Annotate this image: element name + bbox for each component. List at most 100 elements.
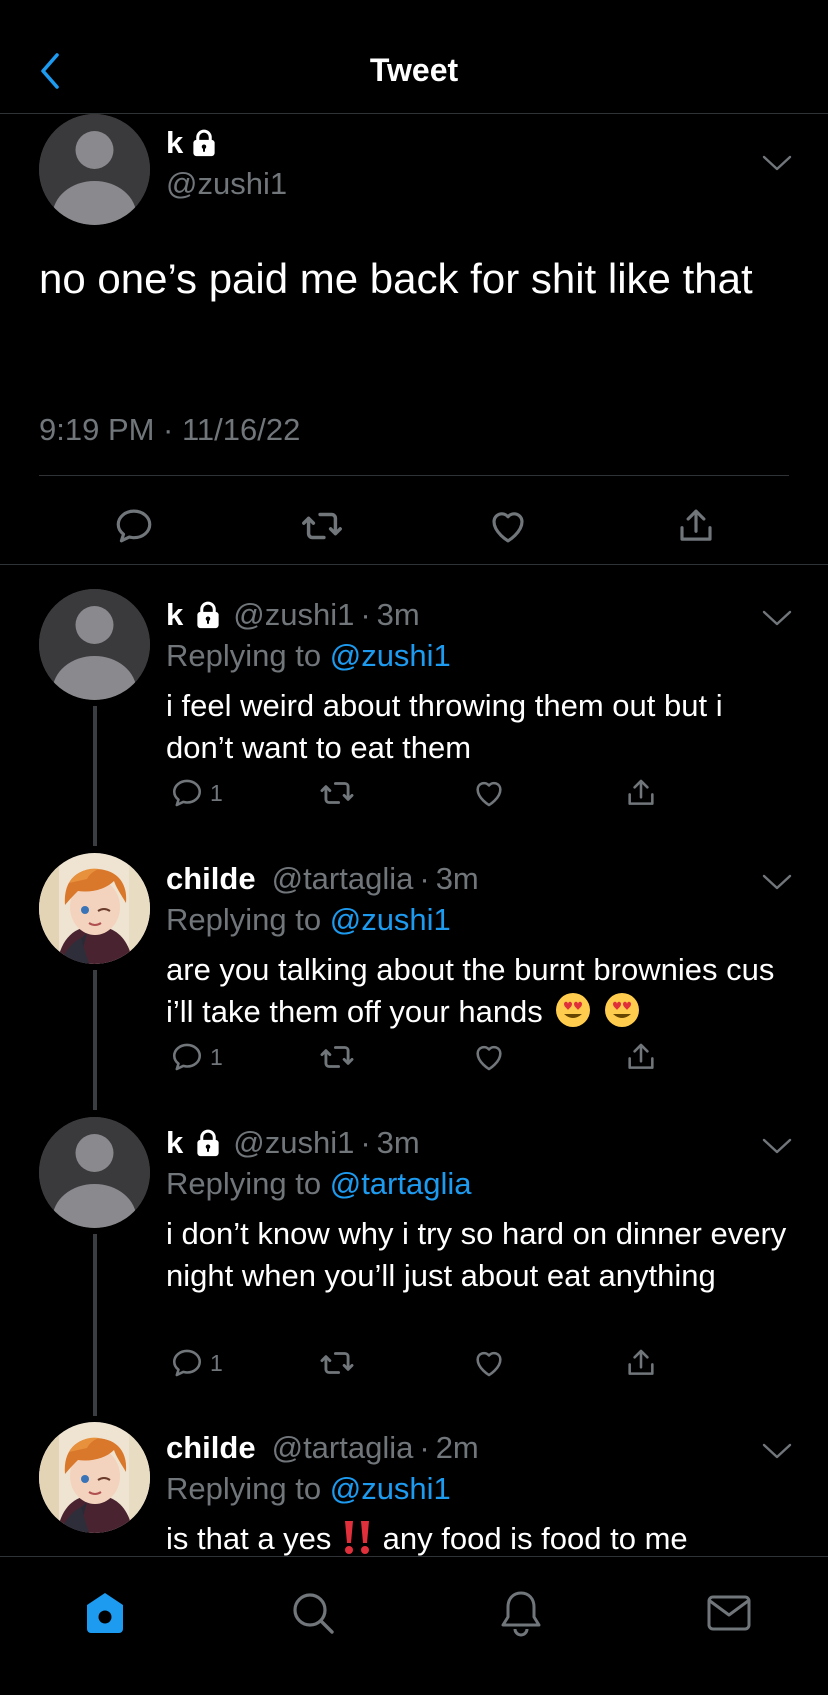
retweet-icon [299, 503, 345, 549]
avatar[interactable] [39, 853, 150, 964]
replying-to: Replying to @zushi1 [166, 638, 451, 674]
author-handle[interactable]: @zushi1 [233, 1125, 354, 1161]
heart-eyes-emoji-icon [605, 993, 640, 1027]
reply-header: childe @tartaglia · 3m [166, 861, 479, 897]
author-handle[interactable]: @tartaglia [272, 861, 414, 897]
author-handle[interactable]: @zushi1 [166, 166, 287, 202]
tweet-timestamp: 9:19 PM · 11/16/22 [39, 412, 301, 447]
share-button[interactable] [668, 498, 724, 554]
share-icon [624, 776, 658, 810]
like-button[interactable] [472, 1037, 506, 1077]
avatar[interactable] [39, 1422, 150, 1533]
heart-icon [472, 1346, 506, 1380]
retweet-button[interactable] [318, 1343, 356, 1383]
reply-tweet[interactable]: childe @tartaglia · 3m Replying to @zush… [0, 853, 828, 1083]
like-button[interactable] [472, 1343, 506, 1383]
reply-actions: 1 [166, 773, 666, 813]
reply-button[interactable]: 1 [170, 1037, 223, 1077]
avatar[interactable] [39, 114, 150, 225]
reply-button[interactable]: 1 [170, 1343, 223, 1383]
reply-button[interactable] [106, 498, 162, 554]
author-name[interactable]: k [166, 597, 183, 633]
mention-link[interactable]: @zushi1 [330, 1471, 451, 1506]
separator: · [419, 861, 430, 896]
replying-to: Replying to @zushi1 [166, 1471, 451, 1507]
main-tweet: k @zushi1 no one’s paid me back for shit… [0, 114, 828, 565]
reply-time: 2m [435, 1430, 479, 1465]
reply-count: 1 [210, 1043, 223, 1070]
lock-icon [193, 600, 223, 630]
reply-button[interactable]: 1 [170, 773, 223, 813]
bell-icon [501, 1591, 541, 1637]
reply-count: 1 [210, 1349, 223, 1376]
reply-header: k @zushi1 · 3m [166, 1125, 420, 1161]
like-button[interactable] [472, 773, 506, 813]
avatar[interactable] [39, 589, 150, 700]
top-bar: Tweet [0, 0, 828, 114]
reply-icon [170, 1040, 204, 1074]
author-handle[interactable]: @zushi1 [233, 597, 354, 633]
mention-link[interactable]: @tartaglia [330, 1166, 472, 1201]
chevron-down-icon[interactable] [760, 1135, 794, 1157]
author-name-row[interactable]: k [166, 125, 229, 161]
author-handle[interactable]: @tartaglia [272, 1430, 414, 1466]
reply-text-start: is that a yes [166, 1521, 341, 1556]
replying-to: Replying to @tartaglia [166, 1166, 471, 1202]
reply-icon [170, 776, 204, 810]
share-icon [624, 1040, 658, 1074]
search-icon [293, 1593, 334, 1634]
replying-label: Replying to [166, 1166, 330, 1201]
tab-notifications[interactable] [491, 1583, 551, 1643]
retweet-icon [318, 774, 356, 812]
reply-time: 3m [376, 1125, 420, 1160]
reply-text: i don’t know why i try so hard on dinner… [166, 1216, 787, 1293]
chevron-down-icon[interactable] [760, 152, 794, 174]
replying-label: Replying to [166, 638, 330, 673]
reply-tweet[interactable]: k @zushi1 · 3m Replying to @tartaglia i … [0, 1117, 828, 1397]
heart-icon [472, 776, 506, 810]
retweet-icon [318, 1038, 356, 1076]
chevron-down-icon[interactable] [760, 607, 794, 629]
share-button[interactable] [624, 1343, 658, 1383]
like-button[interactable] [480, 498, 536, 554]
reply-text-end: any food is food to me [374, 1521, 688, 1556]
reply-time: 3m [435, 861, 479, 896]
separator: · [360, 1125, 371, 1160]
tab-home[interactable] [75, 1583, 135, 1643]
tab-search[interactable] [283, 1583, 343, 1643]
share-button[interactable] [624, 1037, 658, 1077]
retweet-button[interactable] [318, 1037, 356, 1077]
reply-header: childe @tartaglia · 2m [166, 1430, 479, 1466]
lock-icon [193, 1128, 223, 1158]
share-icon [624, 1346, 658, 1380]
author-name: k [166, 125, 184, 160]
divider [0, 564, 828, 565]
author-name[interactable]: childe [166, 1430, 256, 1466]
avatar[interactable] [39, 1117, 150, 1228]
mention-link[interactable]: @zushi1 [330, 638, 451, 673]
bottom-tab-bar [0, 1556, 828, 1695]
heart-eyes-emoji-icon [556, 993, 591, 1027]
heart-icon [472, 1040, 506, 1074]
separator: · [360, 597, 371, 632]
reply-tweet[interactable]: childe @tartaglia · 2m Replying to @zush… [0, 1422, 828, 1556]
reply-tweet[interactable]: k @zushi1 · 3m Replying to @zushi1 i fee… [0, 589, 828, 819]
share-button[interactable] [624, 773, 658, 813]
retweet-button[interactable] [294, 498, 350, 554]
chevron-down-icon[interactable] [760, 871, 794, 893]
author-name[interactable]: childe [166, 861, 256, 897]
tab-messages[interactable] [699, 1583, 759, 1643]
retweet-icon [318, 1344, 356, 1382]
home-icon [87, 1593, 123, 1633]
replying-to: Replying to @zushi1 [166, 902, 451, 938]
replying-label: Replying to [166, 1471, 330, 1506]
double-exclamation-icon [345, 1521, 370, 1554]
tweet-actions [0, 498, 828, 554]
mention-link[interactable]: @zushi1 [330, 902, 451, 937]
author-name[interactable]: k [166, 1125, 183, 1161]
reply-icon [170, 1346, 204, 1380]
retweet-button[interactable] [318, 773, 356, 813]
reply-header: k @zushi1 · 3m [166, 597, 420, 633]
chevron-down-icon[interactable] [760, 1440, 794, 1462]
reply-text: is that a yes any food is food to me [166, 1518, 796, 1556]
